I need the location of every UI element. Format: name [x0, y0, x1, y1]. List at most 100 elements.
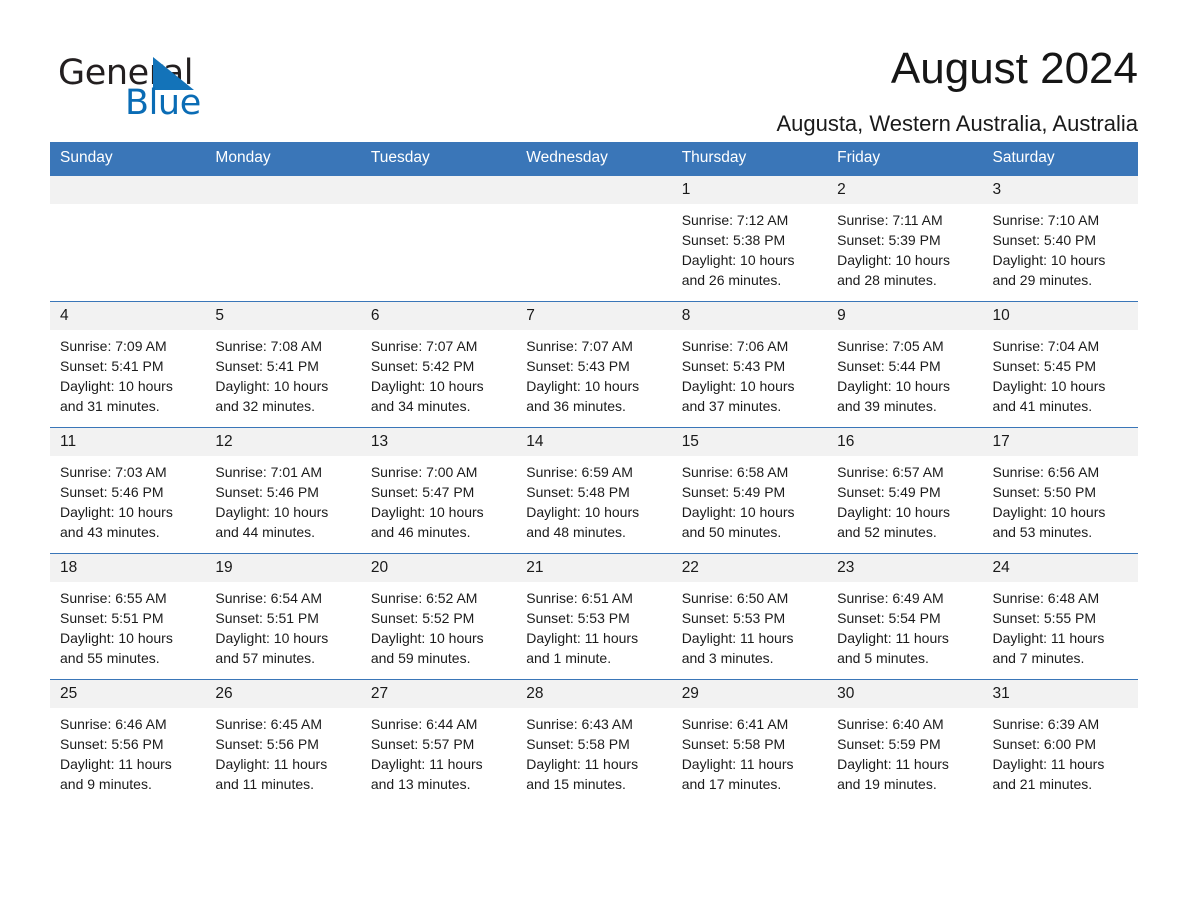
day-cell-body[interactable]: 27 Sunrise: 6:44 AM Sunset: 5:57 PM Dayligh…: [360, 679, 517, 805]
day-cell-body[interactable]: 8 Sunrise: 7:06 AM Sunset: 5:43 PM Daylight…: [671, 301, 828, 427]
day-detail-line: Sunset: 5:47 PM: [370, 484, 475, 500]
calendar-day-cell: 27 Sunrise: 6:44 AM Sunset: 5:57 PM Dayligh…: [360, 679, 517, 805]
day-detail-line: Sunrise: 7:07 AM: [526, 338, 633, 354]
weekday-header-sunday: Sunday: [50, 142, 206, 175]
calendar-day-cell: 7 Sunrise: 7:07 AM Sunset: 5:43 PM Daylight…: [516, 301, 672, 427]
day-number: 26: [205, 680, 361, 708]
day-detail-line: Sunrise: 6:58 AM: [681, 464, 789, 480]
day-detail-line: Sunrise: 7:10 AM: [992, 212, 1100, 228]
day-detail-line: and 26 minutes.: [681, 272, 782, 288]
day-details: Sunrise: 6:50 AM Sunset: 5:53 PM Daylight:…: [672, 582, 827, 668]
day-detail-line: Sunrise: 7:12 AM: [681, 212, 789, 228]
calendar-day-cell: 22 Sunrise: 6:50 AM Sunset: 5:53 PM Dayligh…: [671, 553, 828, 679]
day-number: 9: [827, 302, 983, 330]
day-details: Sunrise: 6:45 AM Sunset: 5:56 PM Daylight:…: [205, 708, 360, 794]
day-detail-line: Sunset: 5:38 PM: [681, 232, 786, 248]
calendar-day-cell: 12 Sunrise: 7:01 AM Sunset: 5:46 PM Dayligh…: [205, 427, 361, 553]
day-details: Sunrise: 6:54 AM Sunset: 5:51 PM Daylight:…: [205, 582, 360, 668]
day-cell-body[interactable]: 19 Sunrise: 6:54 AM Sunset: 5:51 PM Dayligh…: [205, 553, 361, 679]
day-cell-body[interactable]: 16 Sunrise: 6:57 AM Sunset: 5:49 PM Dayligh…: [827, 427, 983, 553]
empty-cell-body: [205, 175, 361, 301]
day-detail-line: Sunset: 5:58 PM: [526, 736, 630, 752]
day-cell-body[interactable]: 3 Sunrise: 7:10 AM Sunset: 5:40 PM Daylight…: [982, 175, 1138, 301]
day-cell-body[interactable]: 11 Sunrise: 7:03 AM Sunset: 5:46 PM Dayligh…: [50, 427, 206, 553]
day-detail-line: Sunrise: 6:44 AM: [370, 716, 478, 732]
day-detail-line: Sunset: 5:53 PM: [526, 610, 630, 626]
day-cell-body[interactable]: 6 Sunrise: 7:07 AM Sunset: 5:42 PM Daylight…: [360, 301, 517, 427]
day-detail-line: and 32 minutes.: [215, 398, 316, 414]
day-detail-line: and 7 minutes.: [992, 650, 1085, 666]
day-detail-line: Sunset: 5:41 PM: [215, 358, 319, 374]
day-detail-line: Daylight: 10 hours: [837, 504, 950, 520]
day-detail-line: Sunset: 5:49 PM: [681, 484, 786, 500]
day-cell-body[interactable]: 31 Sunrise: 6:39 AM Sunset: 6:00 PM Dayligh…: [982, 679, 1138, 805]
day-detail-line: and 46 minutes.: [370, 524, 471, 540]
day-cell-body[interactable]: 14 Sunrise: 6:59 AM Sunset: 5:48 PM Dayligh…: [516, 427, 672, 553]
day-detail-line: Sunset: 5:43 PM: [526, 358, 630, 374]
day-number: 21: [516, 554, 672, 582]
day-details: Sunrise: 6:55 AM Sunset: 5:51 PM Daylight:…: [50, 582, 205, 668]
page-title: August 2024: [890, 44, 1138, 93]
day-detail-line: Daylight: 10 hours: [526, 504, 640, 520]
day-cell-body[interactable]: 20 Sunrise: 6:52 AM Sunset: 5:52 PM Dayligh…: [360, 553, 517, 679]
day-cell-body[interactable]: 12 Sunrise: 7:01 AM Sunset: 5:46 PM Dayligh…: [205, 427, 361, 553]
day-detail-line: Sunrise: 6:52 AM: [370, 590, 478, 606]
day-cell-body[interactable]: 23 Sunrise: 6:49 AM Sunset: 5:54 PM Dayligh…: [827, 553, 983, 679]
day-number: 22: [671, 554, 828, 582]
day-detail-line: Sunset: 5:39 PM: [837, 232, 941, 248]
day-cell-body[interactable]: 9 Sunrise: 7:05 AM Sunset: 5:44 PM Daylight…: [827, 301, 983, 427]
day-detail-line: Sunset: 5:51 PM: [215, 610, 319, 626]
day-detail-line: Daylight: 10 hours: [215, 378, 329, 394]
day-cell-body[interactable]: 22 Sunrise: 6:50 AM Sunset: 5:53 PM Dayligh…: [671, 553, 828, 679]
calendar-week-row: 11 Sunrise: 7:03 AM Sunset: 5:46 PM Dayligh…: [50, 427, 1138, 553]
day-details: Sunrise: 6:39 AM Sunset: 6:00 PM Daylight:…: [983, 708, 1138, 794]
day-detail-line: Sunrise: 6:57 AM: [837, 464, 944, 480]
day-details: Sunrise: 7:03 AM Sunset: 5:46 PM Daylight:…: [50, 456, 205, 542]
day-detail-line: Sunset: 5:53 PM: [681, 610, 786, 626]
calendar-day-cell: 13 Sunrise: 7:00 AM Sunset: 5:47 PM Dayligh…: [360, 427, 517, 553]
day-cell-body[interactable]: 21 Sunrise: 6:51 AM Sunset: 5:53 PM Dayligh…: [516, 553, 672, 679]
calendar-day-cell: 19 Sunrise: 6:54 AM Sunset: 5:51 PM Dayligh…: [205, 553, 361, 679]
day-cell-body[interactable]: 5 Sunrise: 7:08 AM Sunset: 5:41 PM Daylight…: [205, 301, 361, 427]
day-details: Sunrise: 6:43 AM Sunset: 5:58 PM Daylight:…: [516, 708, 671, 794]
day-detail-line: and 36 minutes.: [526, 398, 626, 414]
day-details: Sunrise: 6:59 AM Sunset: 5:48 PM Daylight:…: [516, 456, 671, 542]
day-cell-body[interactable]: 30 Sunrise: 6:40 AM Sunset: 5:59 PM Dayligh…: [827, 679, 983, 805]
general-blue-logo[interactable]: General Blue: [50, 42, 270, 121]
day-detail-line: and 52 minutes.: [837, 524, 937, 540]
day-cell-body[interactable]: 15 Sunrise: 6:58 AM Sunset: 5:49 PM Dayligh…: [671, 427, 828, 553]
day-detail-line: Sunrise: 7:00 AM: [370, 464, 478, 480]
day-details: Sunrise: 6:56 AM Sunset: 5:50 PM Daylight:…: [983, 456, 1138, 542]
day-cell-body[interactable]: 2 Sunrise: 7:11 AM Sunset: 5:39 PM Daylight…: [827, 175, 983, 301]
day-cell-body[interactable]: 25 Sunrise: 6:46 AM Sunset: 5:56 PM Dayligh…: [50, 679, 206, 805]
day-detail-line: and 41 minutes.: [992, 398, 1093, 414]
day-number: 23: [827, 554, 983, 582]
calendar-day-cell: 11 Sunrise: 7:03 AM Sunset: 5:46 PM Dayligh…: [50, 427, 206, 553]
logo-text-blue: Blue: [125, 83, 201, 123]
day-detail-line: and 31 minutes.: [60, 398, 160, 414]
day-cell-body[interactable]: 7 Sunrise: 7:07 AM Sunset: 5:43 PM Daylight…: [516, 301, 672, 427]
day-detail-line: Daylight: 10 hours: [992, 378, 1106, 394]
day-cell-body[interactable]: 18 Sunrise: 6:55 AM Sunset: 5:51 PM Dayligh…: [50, 553, 206, 679]
day-detail-line: and 5 minutes.: [837, 650, 929, 666]
day-number-placeholder: [50, 176, 206, 204]
day-detail-line: and 17 minutes.: [681, 776, 782, 792]
calendar-week-row: 25 Sunrise: 6:46 AM Sunset: 5:56 PM Dayligh…: [50, 679, 1138, 805]
day-cell-body[interactable]: 13 Sunrise: 7:00 AM Sunset: 5:47 PM Dayligh…: [360, 427, 517, 553]
day-detail-line: and 1 minute.: [526, 650, 612, 666]
day-number: 29: [671, 680, 828, 708]
day-cell-body[interactable]: 17 Sunrise: 6:56 AM Sunset: 5:50 PM Dayligh…: [982, 427, 1138, 553]
day-cell-body[interactable]: 29 Sunrise: 6:41 AM Sunset: 5:58 PM Dayligh…: [671, 679, 828, 805]
calendar-body: 1 Sunrise: 7:12 AM Sunset: 5:38 PM Daylight…: [50, 175, 1138, 805]
day-cell-body[interactable]: 26 Sunrise: 6:45 AM Sunset: 5:56 PM Dayligh…: [205, 679, 361, 805]
day-cell-body[interactable]: 1 Sunrise: 7:12 AM Sunset: 5:38 PM Daylight…: [671, 175, 828, 301]
day-detail-line: and 29 minutes.: [992, 272, 1093, 288]
day-cell-body[interactable]: 24 Sunrise: 6:48 AM Sunset: 5:55 PM Dayligh…: [982, 553, 1138, 679]
day-cell-body[interactable]: 28 Sunrise: 6:43 AM Sunset: 5:58 PM Dayligh…: [516, 679, 672, 805]
calendar-day-cell: 18 Sunrise: 6:55 AM Sunset: 5:51 PM Dayligh…: [50, 553, 206, 679]
day-number: 24: [982, 554, 1138, 582]
day-cell-body[interactable]: 10 Sunrise: 7:04 AM Sunset: 5:45 PM Dayligh…: [982, 301, 1138, 427]
day-detail-line: Daylight: 10 hours: [370, 504, 484, 520]
day-cell-body[interactable]: 4 Sunrise: 7:09 AM Sunset: 5:41 PM Daylight…: [50, 301, 206, 427]
day-number: 11: [50, 428, 206, 456]
